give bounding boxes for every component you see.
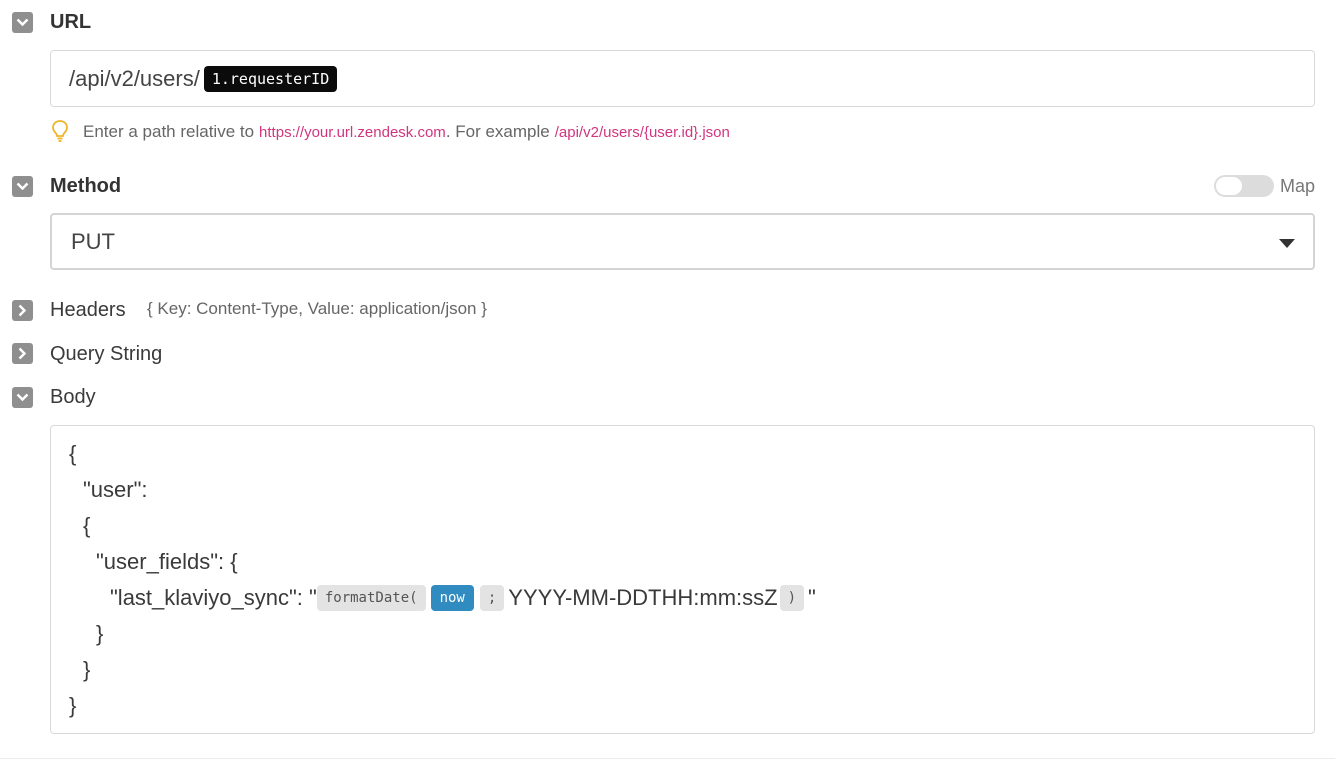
code-line: {	[83, 513, 91, 538]
map-label: Map	[1280, 176, 1316, 196]
url-collapse-toggle[interactable]	[12, 12, 33, 33]
method-selected-value: PUT	[71, 228, 115, 254]
chevron-down-icon	[16, 393, 29, 402]
query-string-expand-toggle[interactable]	[12, 343, 33, 364]
body-label: Body	[50, 386, 96, 408]
url-input[interactable]: /api/v2/users/ 1.requesterID	[50, 50, 1315, 107]
map-toggle-knob	[1216, 177, 1242, 195]
code-line: }	[96, 621, 104, 646]
bottom-divider	[0, 758, 1335, 759]
method-select[interactable]: PUT	[50, 213, 1315, 270]
method-collapse-toggle[interactable]	[12, 176, 33, 197]
chevron-down-icon	[16, 182, 29, 191]
format-date-function-token[interactable]: formatDate(	[316, 585, 426, 611]
function-separator-token[interactable]: ;	[479, 585, 505, 611]
query-string-label[interactable]: Query String	[50, 342, 162, 366]
headers-summary: { Key: Content-Type, Value: application/…	[147, 299, 487, 318]
code-line-sync: "last_klaviyo_sync": " formatDate( now ;…	[110, 584, 816, 612]
body-editor[interactable]: { "user": { "user_fields": { "last_klavi…	[50, 425, 1315, 734]
caret-down-icon	[1279, 239, 1295, 248]
code-line: "user":	[83, 477, 148, 502]
map-toggle-switch[interactable]	[1214, 175, 1274, 197]
chevron-right-icon	[18, 347, 27, 360]
closing-quote-text: "	[808, 585, 816, 610]
requester-id-token[interactable]: 1.requesterID	[203, 65, 338, 92]
hint-base-url-link[interactable]: https://your.url.zendesk.com	[259, 124, 446, 141]
body-collapse-toggle[interactable]	[12, 387, 33, 408]
url-path-text: /api/v2/users/	[69, 65, 200, 91]
method-label: Method	[50, 175, 122, 197]
hint-middle: . For example	[445, 122, 550, 141]
date-format-text: YYYY-MM-DDTHH:mm:ssZ	[508, 585, 778, 610]
sync-key-text: "last_klaviyo_sync": "	[110, 585, 317, 610]
function-close-token[interactable]: )	[779, 585, 805, 611]
headers-expand-toggle[interactable]	[12, 300, 33, 321]
url-hint: Enter a path relative to https://your.ur…	[83, 120, 730, 144]
code-line: "user_fields": {	[96, 549, 238, 574]
now-variable-token[interactable]: now	[430, 585, 474, 611]
chevron-right-icon	[18, 304, 27, 317]
hint-example-link[interactable]: /api/v2/users/{user.id}.json	[555, 124, 730, 141]
lightbulb-icon	[52, 120, 68, 142]
code-line: {	[69, 441, 77, 466]
code-line: }	[69, 693, 77, 718]
headers-label[interactable]: Headers	[50, 298, 126, 322]
code-line: }	[83, 657, 91, 682]
url-label: URL	[50, 11, 92, 33]
hint-prefix: Enter a path relative to	[83, 122, 255, 141]
chevron-down-icon	[16, 18, 29, 27]
